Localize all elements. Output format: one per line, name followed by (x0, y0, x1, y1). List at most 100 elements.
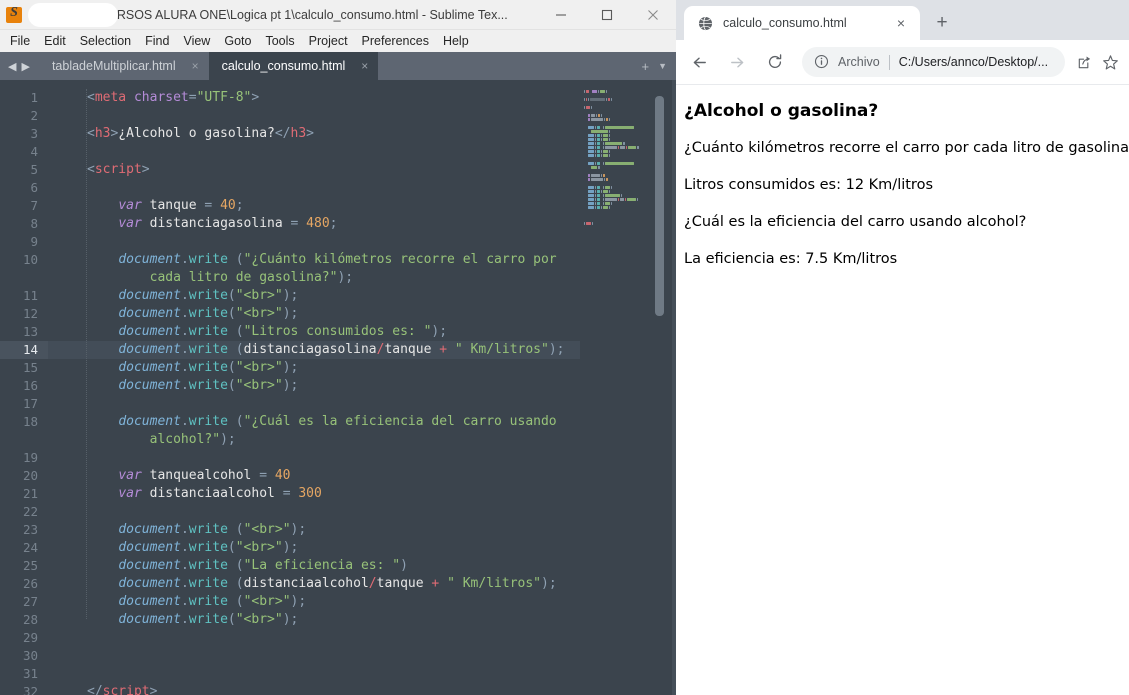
address-bar[interactable]: Archivo C:/Users/annco/Desktop/... (802, 47, 1065, 77)
reload-icon[interactable] (759, 46, 791, 78)
menu-selection[interactable]: Selection (73, 32, 138, 50)
minimap-scroll-track[interactable] (655, 88, 670, 695)
code-token-obj: document (118, 540, 181, 555)
minimap-row (584, 154, 662, 157)
code-token-punc: ( (235, 522, 244, 537)
code-line[interactable]: document.write("<br>"); (48, 539, 580, 557)
minimap-gap (601, 126, 602, 129)
code-line[interactable]: document.write ("Litros consumidos es: "… (48, 323, 580, 341)
minimap-token (608, 206, 610, 209)
minimap-token (596, 198, 601, 201)
code-token-var: distanciaalcohol (243, 576, 369, 591)
menu-goto[interactable]: Goto (217, 32, 258, 50)
code-line[interactable]: document.write ("La eficiencia es: ") (48, 557, 580, 575)
code-line[interactable]: </script> (48, 683, 580, 695)
code-line[interactable]: document.write("<br>"); (48, 287, 580, 305)
browser-tab-close-icon[interactable]: × (891, 13, 911, 33)
star-icon[interactable] (1097, 49, 1123, 75)
minimap-scroll-thumb[interactable] (655, 96, 664, 316)
code-line[interactable] (48, 179, 580, 197)
code-line[interactable] (48, 233, 580, 251)
menu-find[interactable]: Find (138, 32, 176, 50)
minimap-token (603, 198, 605, 201)
forward-arrow-icon[interactable] (721, 46, 753, 78)
back-arrow-icon[interactable] (683, 46, 715, 78)
new-tab-button[interactable]: + (928, 9, 956, 37)
minimap-token (584, 98, 585, 101)
editor-tab-close-icon[interactable]: × (361, 59, 368, 73)
code-line[interactable]: document.write("<br>"); (48, 305, 580, 323)
code-line[interactable] (48, 647, 580, 665)
code-line[interactable]: alcohol?"); (48, 431, 580, 449)
code-line[interactable]: var distanciagasolina = 480; (48, 215, 580, 233)
tab-nav-next-icon[interactable]: ▶ (21, 60, 29, 73)
code-line[interactable] (48, 449, 580, 467)
menu-project[interactable]: Project (302, 32, 355, 50)
minimap-token (627, 198, 636, 201)
editor-area[interactable]: 1 2 3 4 5 6 7 8 9 10 11 12 13 14 15 16 17 18 19 20 21 22 23 24 2… (0, 80, 676, 695)
new-tab-icon[interactable]: + (641, 59, 649, 74)
minimap-token (603, 126, 605, 129)
editor-tab-calculo-consumo[interactable]: calculo_consumo.html × (208, 52, 379, 80)
menu-preferences[interactable]: Preferences (355, 32, 436, 50)
editor-tab-close-icon[interactable]: × (192, 59, 199, 73)
tab-nav-prev-icon[interactable]: ◀ (8, 60, 16, 73)
minimize-button[interactable] (538, 0, 584, 30)
code-token-str: "Litros consumidos es: " (243, 324, 432, 339)
code-line[interactable] (48, 395, 580, 413)
code-line[interactable]: document.write ("¿Cuál es la eficiencia … (48, 413, 580, 431)
code-line[interactable] (48, 143, 580, 161)
info-circle-icon[interactable] (814, 54, 830, 70)
code-token-punc: ); (282, 540, 299, 555)
code-token-punc: . (180, 288, 189, 303)
menu-help[interactable]: Help (436, 32, 476, 50)
minimap-token (597, 90, 599, 93)
maximize-button[interactable] (584, 0, 630, 30)
code-line[interactable]: var tanque = 40; (48, 197, 580, 215)
code-line[interactable]: document.write("<br>"); (48, 377, 580, 395)
minimap-gap (584, 202, 587, 205)
code-line[interactable] (48, 107, 580, 125)
code-line[interactable]: document.write ("<br>"); (48, 521, 580, 539)
code-line[interactable]: cada litro de gasolina?"); (48, 269, 580, 287)
minimap-row (584, 186, 662, 189)
code-line[interactable]: document.write (distanciaalcohol/tanque … (48, 575, 580, 593)
code-line[interactable] (48, 629, 580, 647)
minimap-token (587, 206, 594, 209)
code-content[interactable]: <meta charset="UTF-8"> <h3>¿Alcohol o ga… (48, 80, 580, 695)
code-line[interactable]: var tanquealcohol = 40 (48, 467, 580, 485)
browser-tab-calculo-consumo[interactable]: calculo_consumo.html × (684, 6, 920, 40)
close-button[interactable] (630, 0, 676, 30)
code-line[interactable]: <script> (48, 161, 580, 179)
line-number: 12 (22, 306, 38, 321)
code-line[interactable]: document.write (distanciagasolina/tanque… (48, 341, 580, 359)
code-line[interactable]: <h3>¿Alcohol o gasolina?</h3> (48, 125, 580, 143)
code-line[interactable]: <meta charset="UTF-8"> (48, 89, 580, 107)
minimap-token (603, 190, 608, 193)
code-token-punc: = (259, 468, 275, 483)
address-bar-url[interactable]: C:/Users/annco/Desktop/... (899, 55, 1048, 69)
editor-tab-label: calculo_consumo.html (221, 59, 346, 73)
share-icon[interactable] (1071, 49, 1097, 75)
minimap-token (620, 146, 625, 149)
code-line[interactable]: var distanciaalcohol = 300 (48, 485, 580, 503)
code-line[interactable]: document.write ("<br>"); (48, 593, 580, 611)
minimap[interactable] (580, 80, 676, 695)
minimap-token (587, 114, 591, 117)
menu-tools[interactable]: Tools (258, 32, 301, 50)
menu-file[interactable]: File (3, 32, 37, 50)
code-line[interactable]: document.write("<br>"); (48, 611, 580, 629)
code-line[interactable] (48, 503, 580, 521)
code-line[interactable]: document.write("<br>"); (48, 359, 580, 377)
editor-tab-tabladeMultiplicar[interactable]: tabladeMultiplicar.html × (39, 52, 209, 80)
code-line[interactable]: document.write ("¿Cuánto kilómetros reco… (48, 251, 580, 269)
tab-overflow-chevron-down-icon[interactable]: ▼ (658, 61, 667, 71)
code-token-fn: write (188, 288, 228, 303)
menu-view[interactable]: View (176, 32, 217, 50)
minimap-token (599, 90, 605, 93)
code-line[interactable] (48, 665, 580, 683)
menu-edit[interactable]: Edit (37, 32, 73, 50)
